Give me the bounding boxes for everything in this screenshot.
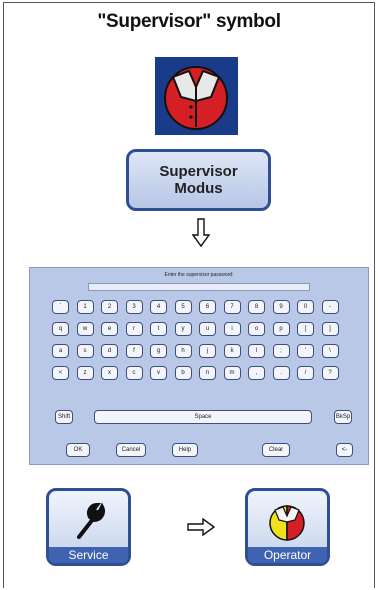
key-row1-0[interactable]: `: [52, 300, 69, 314]
key-row1-1[interactable]: 1: [76, 300, 94, 314]
key-row2-4[interactable]: t: [150, 322, 167, 336]
key-row2-5[interactable]: y: [174, 322, 192, 336]
key-row2-3[interactable]: r: [125, 322, 143, 336]
shift-key[interactable]: Shift: [55, 410, 73, 424]
key-row4-4[interactable]: v: [150, 366, 167, 380]
key-row4-1[interactable]: z: [76, 366, 94, 380]
clear-key[interactable]: Clear: [262, 443, 290, 457]
key-row3-1[interactable]: s: [76, 344, 94, 358]
supervisor-modus-button[interactable]: Supervisor Modus: [126, 149, 271, 211]
help-key[interactable]: Help: [172, 443, 198, 457]
service-button[interactable]: Service: [46, 488, 131, 566]
key-row2-10[interactable]: [: [297, 322, 314, 336]
key-row1-2[interactable]: 2: [101, 300, 118, 314]
key-row3-10[interactable]: ': [297, 344, 314, 358]
key-row3-9[interactable]: ;: [272, 344, 290, 358]
supervisor-modus-line2: Modus: [174, 180, 223, 197]
key-row4-6[interactable]: n: [199, 366, 216, 380]
key-row3-2[interactable]: d: [101, 344, 118, 358]
key-row2-2[interactable]: e: [101, 322, 118, 336]
operator-label: Operator: [248, 547, 327, 563]
key-row3-8[interactable]: l: [248, 344, 265, 358]
password-field[interactable]: [88, 283, 310, 291]
key-row1-7[interactable]: 7: [223, 300, 241, 314]
supervisor-symbol: [155, 57, 238, 135]
key-row3-11[interactable]: \: [321, 344, 339, 358]
key-row1-3[interactable]: 3: [125, 300, 143, 314]
key-row4-3[interactable]: c: [125, 366, 143, 380]
cancel-key[interactable]: Cancel: [116, 443, 146, 457]
password-prompt: Enter the supervisor password:: [164, 272, 234, 278]
space-key[interactable]: Space: [94, 410, 312, 424]
key-row2-0[interactable]: q: [52, 322, 69, 336]
arrow-right-icon: [187, 518, 215, 536]
key-row3-4[interactable]: g: [150, 344, 167, 358]
key-row1-5[interactable]: 5: [174, 300, 192, 314]
key-row1-9[interactable]: 9: [272, 300, 290, 314]
key-row2-6[interactable]: u: [199, 322, 216, 336]
password-keyboard: Enter the supervisor password: ` 1 2 3 4 5 6 7 8…: [29, 267, 369, 465]
figure-panel: "Supervisor" symbol Supervisor Modus Ent…: [3, 2, 375, 588]
key-row2-9[interactable]: p: [272, 322, 290, 336]
key-row4-9[interactable]: .: [272, 366, 290, 380]
key-row3-5[interactable]: h: [174, 344, 192, 358]
key-row2-1[interactable]: w: [76, 322, 94, 336]
enter-key[interactable]: <-: [336, 443, 353, 457]
operator-button[interactable]: Operator: [245, 488, 330, 566]
key-row3-6[interactable]: j: [199, 344, 216, 358]
key-row4-11[interactable]: ?: [321, 366, 339, 380]
wrench-icon: [77, 502, 105, 539]
key-row3-3[interactable]: f: [125, 344, 143, 358]
backspace-key[interactable]: BkSp: [334, 410, 352, 424]
key-row4-7[interactable]: m: [223, 366, 241, 380]
ok-key[interactable]: OK: [66, 443, 90, 457]
key-row4-0[interactable]: <: [52, 366, 69, 380]
page-title: "Supervisor" symbol: [97, 11, 281, 32]
key-row1-10[interactable]: 0: [297, 300, 314, 314]
key-row1-4[interactable]: 4: [150, 300, 167, 314]
key-row4-2[interactable]: x: [101, 366, 118, 380]
key-row2-8[interactable]: o: [248, 322, 265, 336]
key-row1-8[interactable]: 8: [248, 300, 265, 314]
key-row3-7[interactable]: k: [223, 344, 241, 358]
supervisor-modus-line1: Supervisor: [159, 163, 238, 180]
key-row2-11[interactable]: ]: [321, 322, 339, 336]
key-row1-6[interactable]: 6: [199, 300, 216, 314]
key-row4-8[interactable]: ,: [248, 366, 265, 380]
operator-shirt-icon: [269, 505, 305, 541]
service-label: Service: [49, 547, 128, 563]
supervisor-shirt-icon: [164, 66, 228, 130]
key-row4-5[interactable]: b: [174, 366, 192, 380]
arrow-down-icon: [192, 218, 210, 248]
key-row2-7[interactable]: i: [223, 322, 241, 336]
key-row4-10[interactable]: /: [297, 366, 314, 380]
key-row1-11[interactable]: -: [321, 300, 339, 314]
key-row3-0[interactable]: a: [52, 344, 69, 358]
